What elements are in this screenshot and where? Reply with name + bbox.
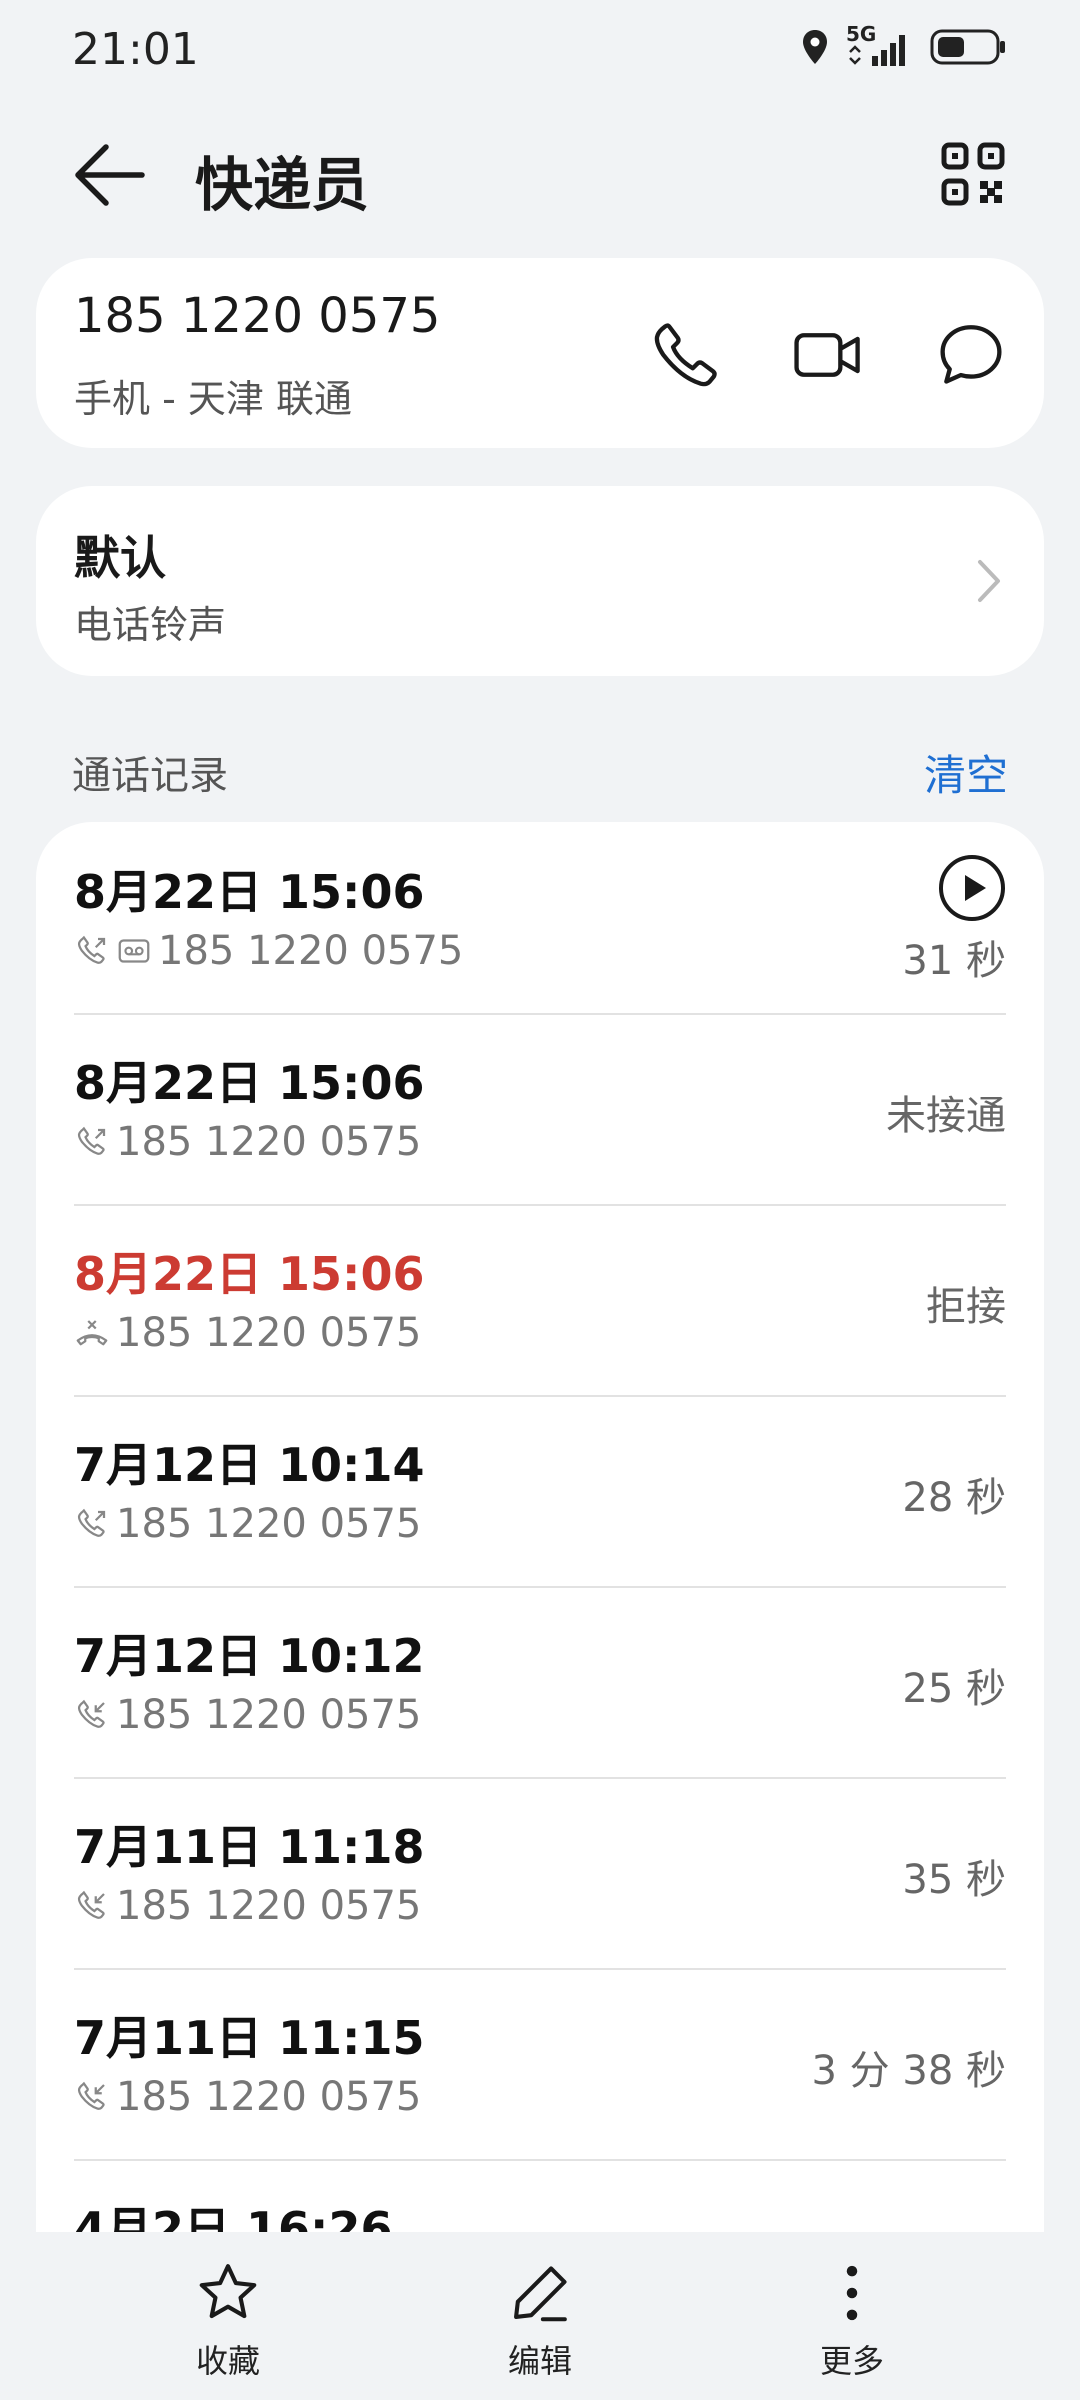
call-duration: 35 秒 bbox=[902, 1857, 1006, 1903]
call-number: 185 1220 0575 bbox=[116, 1501, 422, 1547]
call-log-list: 8月22日 15:06 185 1220 0575 31 秒 8月22日 15:… bbox=[36, 822, 1044, 2242]
voicemail-icon bbox=[118, 939, 150, 963]
call-status: 未接通 bbox=[886, 1093, 1006, 1139]
call-log-row[interactable]: 8月22日 15:06 185 1220 0575 未接通 bbox=[74, 1013, 1006, 1206]
incoming-call-icon bbox=[77, 2081, 105, 2110]
bottom-action-bar: 收藏 编辑 更多 bbox=[0, 2232, 1080, 2400]
video-call-button[interactable] bbox=[791, 318, 865, 392]
call-date: 7月12日 10:14 bbox=[74, 1438, 425, 1492]
call-duration: 28 秒 bbox=[902, 1475, 1006, 1521]
call-log-row[interactable]: 8月22日 15:06 185 1220 0575 拒接 bbox=[74, 1204, 1006, 1397]
call-details: 185 1220 0575 bbox=[74, 1310, 421, 1356]
ringtone-label: 电话铃声 bbox=[74, 603, 227, 647]
call-number: 185 1220 0575 bbox=[158, 928, 464, 974]
call-number: 185 1220 0575 bbox=[116, 1310, 422, 1356]
call-log-row[interactable]: 7月11日 11:15 185 1220 0575 3 分 38 秒 bbox=[74, 1968, 1006, 2161]
message-button[interactable] bbox=[934, 318, 1008, 392]
call-log-row[interactable]: 7月12日 10:14 185 1220 0575 28 秒 bbox=[74, 1395, 1006, 1588]
page-title: 快递员 bbox=[195, 151, 370, 219]
call-date: 8月22日 15:06 bbox=[74, 1247, 425, 1301]
call-duration: 31 秒 bbox=[902, 938, 1006, 984]
call-details: 185 1220 0575 bbox=[74, 1119, 421, 1165]
call-date: 8月22日 15:06 bbox=[74, 1056, 425, 1110]
more-vertical-icon bbox=[846, 2265, 858, 2321]
phone-location: 手机 - 天津 联通 bbox=[74, 377, 352, 421]
outgoing-call-icon bbox=[77, 1508, 106, 1537]
play-circle-icon bbox=[939, 855, 1005, 921]
call-date: 8月22日 15:06 bbox=[74, 865, 425, 919]
outgoing-call-icon bbox=[77, 935, 106, 964]
edit-button[interactable]: 编辑 bbox=[440, 2258, 640, 2382]
incoming-call-icon bbox=[77, 1890, 105, 1919]
call-details: 185 1220 0575 bbox=[74, 1501, 421, 1547]
contact-card: 185 1220 0575 手机 - 天津 联通 bbox=[36, 258, 1044, 448]
call-log-row[interactable]: 7月12日 10:12 185 1220 0575 25 秒 bbox=[74, 1586, 1006, 1779]
call-date: 7月11日 11:15 bbox=[74, 2011, 425, 2065]
call-log-label: 通话记录 bbox=[72, 754, 229, 799]
call-details: 185 1220 0575 bbox=[74, 1692, 421, 1738]
status-bar: 21:01 5G bbox=[0, 0, 1080, 100]
title-bar: 快递员 bbox=[0, 120, 1080, 230]
call-details: 185 1220 0575 bbox=[74, 928, 463, 974]
call-date: 7月11日 11:18 bbox=[74, 1820, 425, 1874]
clear-log-button[interactable]: 清空 bbox=[924, 742, 1008, 803]
favorite-button[interactable]: 收藏 bbox=[128, 2258, 328, 2382]
play-recording-button[interactable] bbox=[938, 854, 1006, 922]
chat-bubble-icon bbox=[940, 325, 1002, 384]
call-number: 185 1220 0575 bbox=[116, 1883, 422, 1929]
battery-icon bbox=[930, 29, 1005, 65]
status-icons: 5G bbox=[800, 22, 1008, 68]
star-icon bbox=[199, 2264, 257, 2319]
ringtone-value: 默认 bbox=[74, 531, 166, 585]
more-button[interactable]: 更多 bbox=[752, 2258, 952, 2382]
call-details: 185 1220 0575 bbox=[74, 1883, 421, 1929]
chevron-right-icon bbox=[978, 560, 1000, 602]
pencil-icon bbox=[514, 2266, 567, 2322]
signal-icon: 5G bbox=[844, 22, 916, 68]
video-camera-icon bbox=[794, 333, 860, 377]
back-button[interactable] bbox=[70, 140, 150, 210]
edit-label: 编辑 bbox=[507, 2342, 572, 2380]
call-log-row[interactable]: 7月11日 11:18 185 1220 0575 35 秒 bbox=[74, 1777, 1006, 1970]
status-time: 21:01 bbox=[72, 24, 199, 75]
incoming-call-icon bbox=[77, 1699, 105, 1728]
call-date: 7月12日 10:12 bbox=[74, 1629, 425, 1683]
call-log-row[interactable]: 8月22日 15:06 185 1220 0575 31 秒 bbox=[74, 822, 1006, 1015]
call-number: 185 1220 0575 bbox=[116, 2074, 422, 2120]
call-number: 185 1220 0575 bbox=[116, 1692, 422, 1738]
call-status: 拒接 bbox=[926, 1284, 1006, 1330]
call-duration: 3 分 38 秒 bbox=[811, 2048, 1007, 2094]
more-label: 更多 bbox=[819, 2342, 884, 2380]
ringtone-setting[interactable]: 默认 电话铃声 bbox=[36, 486, 1044, 676]
call-number: 185 1220 0575 bbox=[116, 1119, 422, 1165]
favorite-label: 收藏 bbox=[195, 2342, 260, 2380]
call-log-row[interactable]: 4月2日 16:26 bbox=[74, 2159, 1006, 2242]
phone-number[interactable]: 185 1220 0575 bbox=[74, 288, 440, 344]
call-duration: 25 秒 bbox=[902, 1666, 1006, 1712]
location-icon bbox=[803, 30, 827, 64]
outgoing-call-icon bbox=[77, 1126, 106, 1155]
qr-code-button[interactable] bbox=[941, 142, 1005, 206]
phone-icon bbox=[654, 323, 717, 387]
rejected-call-icon bbox=[76, 1320, 108, 1346]
qr-code-icon bbox=[941, 142, 1005, 206]
call-button[interactable] bbox=[649, 318, 723, 392]
call-details: 185 1220 0575 bbox=[74, 2074, 421, 2120]
back-arrow-icon bbox=[75, 144, 145, 206]
